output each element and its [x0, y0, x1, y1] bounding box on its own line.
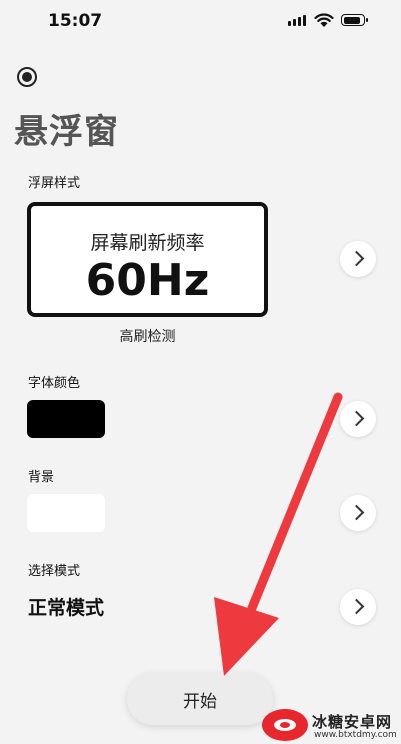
start-button[interactable]: 开始 — [127, 673, 273, 725]
float-style-preview[interactable]: 屏幕刷新频率 60Hz — [27, 202, 268, 317]
font-color-swatch[interactable] — [27, 400, 105, 438]
watermark-logo-icon — [262, 709, 308, 741]
battery-icon — [341, 14, 368, 26]
mode-value: 正常模式 — [28, 597, 105, 619]
radio-toggle-icon[interactable] — [17, 67, 37, 87]
float-style-chevron-right-icon[interactable] — [340, 241, 376, 277]
font-color-chevron-right-icon[interactable] — [340, 401, 376, 437]
font-color-label: 字体颜色 — [28, 376, 81, 391]
preview-title: 屏幕刷新频率 — [90, 232, 205, 254]
mode-chevron-right-icon[interactable] — [340, 589, 376, 625]
status-bar: 15:07 — [0, 0, 401, 44]
background-color-swatch[interactable] — [27, 494, 105, 532]
background-label: 背景 — [28, 470, 55, 485]
status-time: 15:07 — [48, 11, 103, 31]
preview-caption: 高刷检测 — [119, 329, 176, 345]
wifi-icon — [314, 13, 334, 27]
mode-label: 选择模式 — [28, 564, 81, 579]
watermark-url: www.btxtdmy.com — [314, 730, 397, 740]
page-title: 悬浮窗 — [14, 112, 119, 152]
watermark: 冰糖安卓网 www.btxtdmy.com — [262, 705, 401, 744]
background-chevron-right-icon[interactable] — [340, 495, 376, 531]
cellular-signal-icon — [288, 15, 306, 26]
preview-value: 60Hz — [85, 255, 210, 306]
float-style-label: 浮屏样式 — [28, 176, 81, 191]
watermark-title: 冰糖安卓网 — [312, 713, 393, 731]
